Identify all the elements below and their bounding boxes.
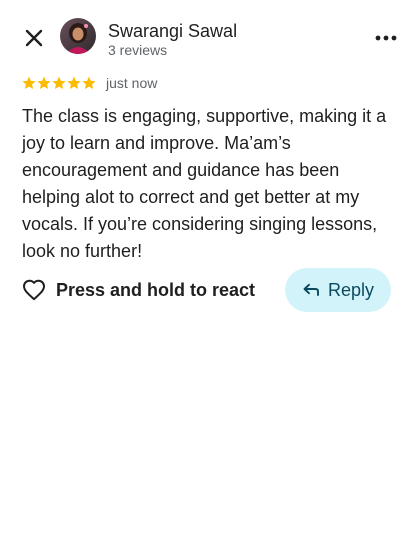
react-label: Press and hold to react — [56, 279, 256, 300]
star-filled-icon — [37, 76, 51, 89]
heart-outline-icon — [23, 279, 45, 301]
more-vertical-icon — [375, 35, 397, 41]
review-time: just now — [106, 75, 158, 91]
star-filled-icon — [22, 76, 36, 89]
review-header: Swarangi Sawal 3 reviews — [0, 0, 420, 80]
rating-row: just now — [22, 72, 157, 94]
review-count: 3 reviews — [108, 42, 168, 58]
review-text: The class is engaging, supportive, makin… — [22, 106, 387, 261]
close-icon — [25, 29, 43, 47]
avatar-image — [60, 18, 96, 54]
reply-label: Reply — [327, 279, 375, 300]
react-button[interactable]: Press and hold to react — [22, 274, 255, 306]
avatar[interactable] — [60, 18, 96, 54]
more-options-button[interactable] — [370, 24, 402, 52]
close-button[interactable] — [18, 22, 50, 54]
star-filled-icon — [82, 76, 96, 89]
reply-button[interactable]: Reply — [285, 268, 391, 312]
author-name[interactable]: Swarangi Sawal — [108, 20, 237, 42]
reply-arrow-icon — [303, 283, 319, 296]
star-filled-icon — [67, 76, 81, 89]
star-rating — [22, 76, 96, 90]
star-filled-icon — [52, 76, 66, 89]
